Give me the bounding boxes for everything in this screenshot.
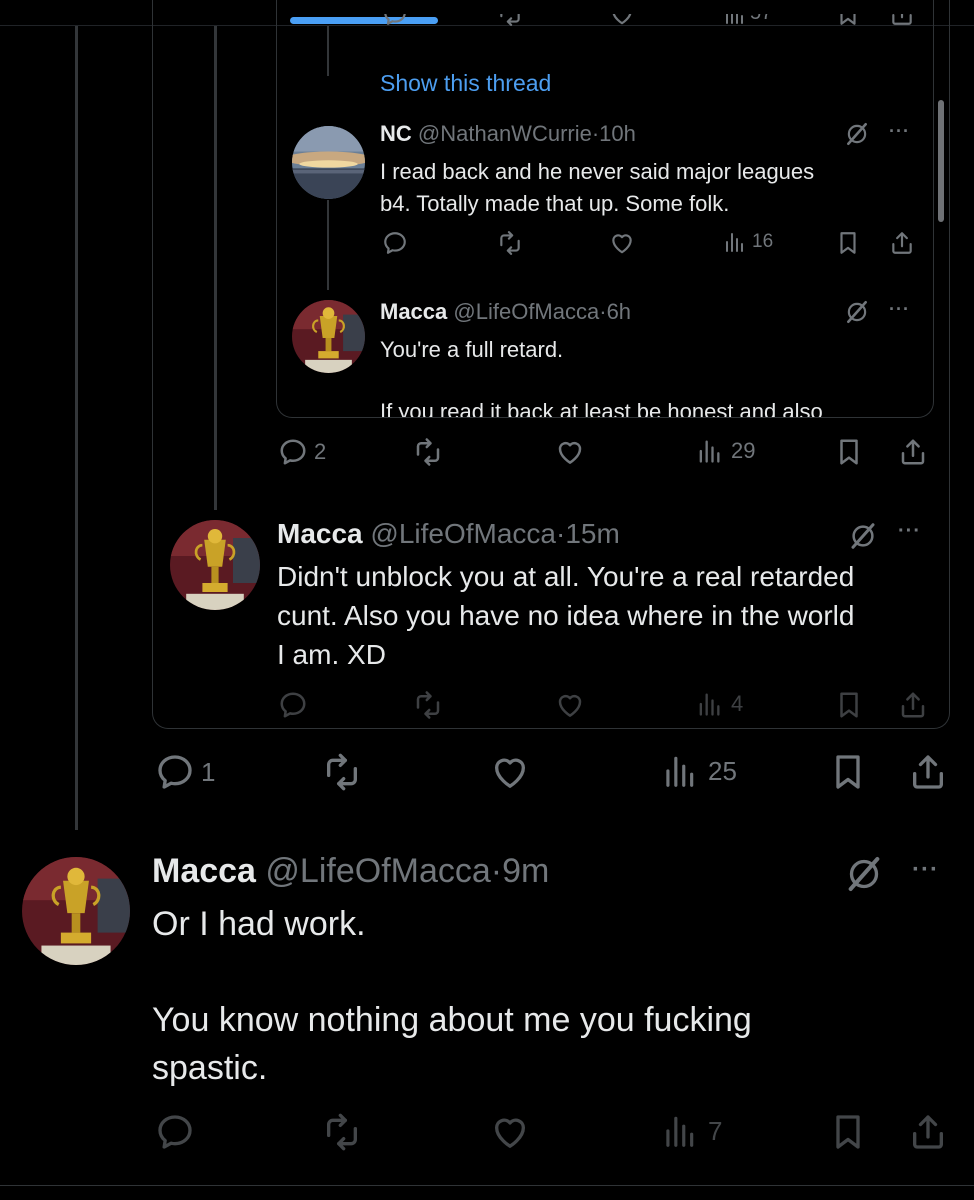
reply-icon[interactable] [382, 230, 408, 256]
show-thread-link[interactable]: Show this thread [380, 70, 551, 97]
retweet-icon[interactable] [413, 437, 443, 467]
avatar[interactable] [22, 857, 130, 965]
bottom-divider [0, 1185, 974, 1186]
share-icon[interactable] [889, 14, 915, 28]
separator: · [556, 518, 566, 549]
user-handle[interactable]: @NathanWCurrie [418, 121, 592, 146]
reply-button[interactable]: 1 [155, 752, 215, 792]
retweet-icon[interactable] [413, 690, 443, 720]
views-icon [695, 690, 723, 718]
bookmark-icon[interactable] [828, 752, 868, 792]
views-button[interactable]: 25 [660, 752, 737, 790]
bookmark-icon[interactable] [834, 690, 864, 720]
reply-icon [155, 752, 195, 792]
display-name[interactable]: Macca [277, 518, 363, 549]
share-icon[interactable] [889, 230, 915, 256]
retweet-icon[interactable] [322, 752, 362, 792]
views-button[interactable]: 57 [722, 14, 772, 28]
views-icon [722, 14, 746, 26]
tweet-text: Didn't unblock you at all. You're a real… [277, 561, 855, 670]
views-button[interactable]: 4 [695, 690, 743, 718]
retweet-icon[interactable] [497, 14, 523, 28]
share-icon[interactable] [898, 437, 928, 467]
display-name[interactable]: Macca [380, 299, 447, 324]
grok-icon[interactable] [844, 299, 870, 330]
retweet-icon[interactable] [322, 1112, 362, 1152]
timestamp[interactable]: 15m [565, 518, 619, 549]
quote-actions-faded: 4 [260, 680, 950, 728]
tweet-header: NC @NathanWCurrie·10h [380, 121, 636, 147]
more-options-button[interactable]: ··· [898, 520, 921, 543]
more-options-button[interactable]: ··· [889, 299, 910, 320]
reply-icon[interactable] [278, 690, 308, 720]
user-handle[interactable]: @LifeOfMacca [370, 518, 556, 549]
like-icon[interactable] [609, 14, 635, 28]
grok-icon[interactable] [848, 521, 878, 556]
scrollbar[interactable] [938, 100, 944, 222]
bookmark-icon[interactable] [828, 1112, 868, 1152]
bookmark-icon[interactable] [834, 437, 864, 467]
separator: · [490, 852, 503, 890]
retweet-icon[interactable] [497, 230, 523, 256]
more-options-button[interactable]: ··· [889, 121, 910, 142]
reply-icon[interactable] [382, 14, 408, 28]
nested-thread-card[interactable]: 57 Show this thread NC @NathanWCurrie·10… [276, 0, 934, 418]
tweet-text: You're a full retard. If you read it bac… [380, 337, 823, 418]
grok-icon[interactable] [844, 854, 884, 899]
avatar[interactable] [292, 126, 365, 199]
like-icon[interactable] [490, 752, 530, 792]
share-icon[interactable] [908, 752, 948, 792]
separator: · [599, 299, 607, 324]
views-button[interactable]: 16 [722, 230, 773, 254]
tweet-header: Macca @LifeOfMacca·9m [152, 852, 549, 891]
views-button[interactable]: 7 [660, 1112, 722, 1150]
views-button[interactable]: 29 [695, 437, 755, 465]
thread-line [75, 26, 78, 830]
share-icon[interactable] [898, 690, 928, 720]
bookmark-icon[interactable] [835, 230, 861, 256]
more-options-button[interactable]: ··· [912, 856, 939, 884]
reply-button[interactable]: 2 [278, 437, 326, 467]
timestamp[interactable]: 9m [502, 852, 549, 890]
main-tweet-actions: 7 [0, 1110, 974, 1160]
timestamp[interactable]: 6h [607, 299, 631, 324]
avatar[interactable] [170, 520, 260, 610]
views-icon [722, 230, 746, 254]
avatar[interactable] [292, 300, 365, 373]
tweet-text: I read back and he never said major leag… [380, 159, 815, 216]
like-icon[interactable] [555, 690, 585, 720]
share-icon[interactable] [908, 1112, 948, 1152]
timestamp[interactable]: 10h [599, 121, 636, 146]
like-icon[interactable] [609, 230, 635, 256]
user-handle[interactable]: @LifeOfMacca [453, 299, 599, 324]
like-icon[interactable] [555, 437, 585, 467]
tweet-header: Macca @LifeOfMacca·6h [380, 299, 631, 325]
display-name[interactable]: Macca [152, 852, 256, 890]
grok-icon[interactable] [844, 121, 870, 152]
bookmark-icon[interactable] [835, 14, 861, 28]
views-icon [695, 437, 723, 465]
display-name[interactable]: NC [380, 121, 412, 146]
views-icon [660, 752, 698, 790]
reply-icon [278, 437, 308, 467]
tweet-text: Or I had work. You know nothing about me… [152, 905, 752, 1087]
user-handle[interactable]: @LifeOfMacca [265, 852, 490, 890]
reply-icon[interactable] [155, 1112, 195, 1152]
like-icon[interactable] [490, 1112, 530, 1152]
tweet-header: Macca @LifeOfMacca·15m [277, 518, 620, 550]
views-icon [660, 1112, 698, 1150]
